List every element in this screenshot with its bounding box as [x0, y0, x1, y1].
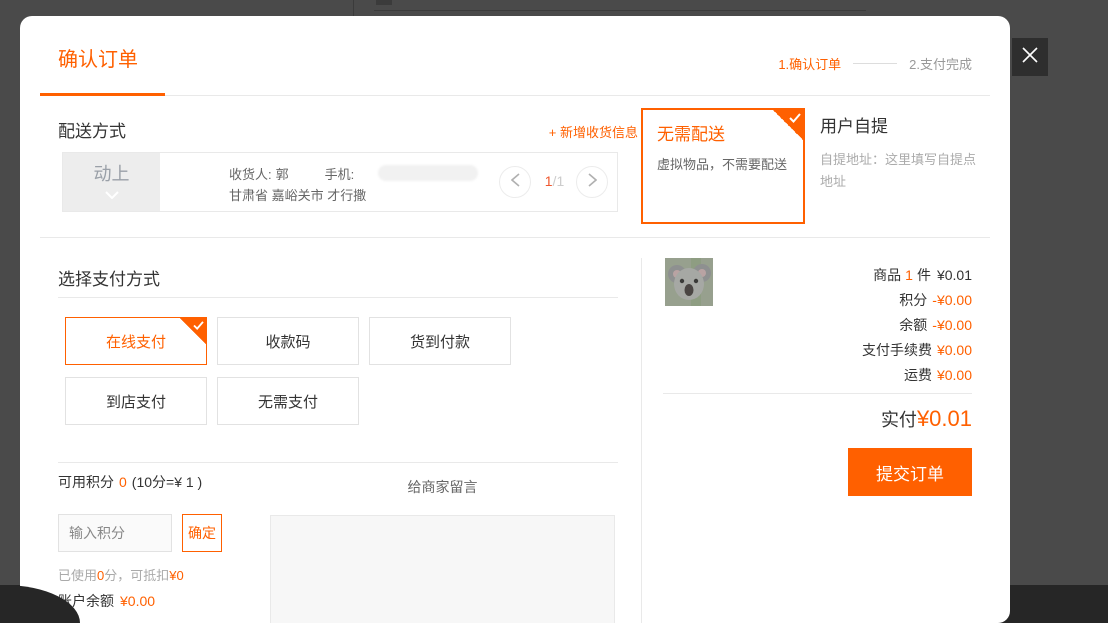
step-payment-complete: 2.支付完成 [909, 54, 972, 73]
section-divider [40, 237, 990, 238]
receiver-name: 郭 [276, 167, 289, 182]
header-divider [40, 95, 990, 96]
close-icon [1020, 45, 1040, 70]
points-input[interactable] [58, 514, 172, 552]
chevron-down-icon [105, 186, 119, 204]
receiver-label: 收货人: [229, 167, 272, 182]
step-connector [853, 63, 897, 64]
merchant-message-textarea[interactable] [270, 515, 615, 623]
confirm-order-modal: 确认订单 1.确认订单 2.支付完成 配送方式 + 新增收货信息 动上 收货人:… [20, 16, 1010, 623]
shipping-option-desc: 自提地址：这里填写自提点地址 [820, 149, 976, 193]
payment-method-label: 货到付款 [410, 331, 470, 352]
active-tab-underline [40, 93, 165, 96]
points-confirm-button[interactable]: 确定 [182, 514, 222, 552]
row-value: -¥0.00 [932, 317, 972, 333]
balance-value: ¥0.00 [120, 593, 155, 609]
payment-method-qrcode[interactable]: 收款码 [217, 317, 359, 365]
modal-title: 确认订单 [58, 43, 138, 72]
row-value: ¥0.01 [937, 267, 972, 283]
payment-method-instore[interactable]: 到店支付 [65, 377, 207, 425]
shipping-option-self-pickup[interactable]: 用户自提 自提地址：这里填写自提点地址 [820, 112, 976, 193]
address-tag[interactable]: 动上 [63, 153, 160, 211]
payment-method-cod[interactable]: 货到付款 [369, 317, 511, 365]
summary-row-goods: 商品1件 ¥0.01 [672, 263, 972, 288]
address-prev-button[interactable] [499, 166, 531, 198]
pager-current: 1 [545, 173, 553, 189]
address-tag-label: 动上 [94, 160, 130, 186]
row-label: 余额 [899, 317, 927, 333]
row-label: 商品 [873, 267, 901, 283]
summary-row-points: 积分 -¥0.00 [672, 288, 972, 313]
phone-redacted [378, 165, 478, 181]
row-label: 支付手续费 [862, 342, 932, 358]
total-value: ¥0.01 [917, 406, 972, 431]
row-value: ¥0.00 [937, 367, 972, 383]
total-label: 实付 [881, 410, 917, 430]
row-label: 运费 [904, 367, 932, 383]
points-value: 0 [119, 474, 127, 490]
row-label: 积分 [899, 292, 927, 308]
payment-method-label: 在线支付 [106, 331, 166, 352]
pager-total: 1 [556, 173, 564, 189]
summary-vertical-divider [641, 258, 642, 623]
payment-section-title: 选择支付方式 [58, 265, 160, 290]
points-prefix: 可用积分 [58, 474, 114, 490]
address-next-button[interactable] [576, 166, 608, 198]
selected-check-icon [773, 110, 803, 140]
background-page-text-smudge [376, 0, 392, 5]
shipping-option-no-delivery[interactable]: 无需配送 虚拟物品，不需要配送 [641, 108, 805, 224]
add-address-link[interactable]: + 新增收货信息 [549, 122, 638, 141]
points-rate: (10分=¥ 1 ) [132, 474, 202, 490]
payment-method-online[interactable]: 在线支付 [65, 317, 207, 365]
chevron-right-icon [588, 173, 597, 192]
shipping-option-desc: 虚拟物品，不需要配送 [657, 154, 787, 173]
row-value: ¥0.00 [937, 342, 972, 358]
payment-header-underline [58, 297, 618, 298]
row-unit: 件 [917, 267, 931, 283]
summary-row-balance: 余额 -¥0.00 [672, 313, 972, 338]
total-line: 实付¥0.01 [672, 406, 972, 432]
shipping-section-title: 配送方式 [58, 117, 126, 142]
payment-method-label: 到店支付 [106, 391, 166, 412]
close-button[interactable] [1012, 38, 1048, 76]
chevron-left-icon [511, 173, 520, 192]
background-page-rule [374, 10, 866, 11]
points-divider [58, 462, 618, 463]
background-page-divider [353, 0, 354, 16]
deduct-value: ¥0 [169, 568, 183, 583]
phone-label: 手机: [325, 167, 355, 182]
total-divider [663, 393, 972, 394]
summary-row-fee: 支付手续费 ¥0.00 [672, 338, 972, 363]
payment-method-none[interactable]: 无需支付 [217, 377, 359, 425]
order-summary: 商品1件 ¥0.01 积分 -¥0.00 余额 -¥0.00 支付手续费 ¥0.00 运… [672, 263, 972, 388]
points-used-line: 已使用0分，可抵扣¥0 [58, 565, 184, 584]
address-pager: 1/1 [533, 173, 576, 189]
address-region: 甘肃省 嘉峪关市 才行撒 [229, 185, 366, 204]
address-selector[interactable]: 动上 收货人: 郭 手机: 甘肃省 嘉峪关市 才行撒 1/1 [62, 152, 618, 212]
payment-method-label: 收款码 [265, 331, 310, 352]
submit-order-button[interactable]: 提交订单 [848, 448, 972, 496]
address-receiver-line: 收货人: 郭 手机: [229, 164, 360, 183]
summary-row-shipping: 运费 ¥0.00 [672, 363, 972, 388]
row-qty: 1 [905, 267, 913, 283]
shipping-option-title: 无需配送 [657, 120, 725, 145]
merchant-message-label: 给商家留言 [270, 477, 615, 497]
payment-method-label: 无需支付 [258, 391, 318, 412]
available-points-line: 可用积分 0 (10分=¥ 1 ) [58, 472, 202, 492]
row-value: -¥0.00 [932, 292, 972, 308]
used-prefix: 已使用 [58, 568, 97, 583]
shipping-option-title: 用户自提 [820, 112, 976, 137]
checkout-steps: 1.确认订单 2.支付完成 [778, 54, 972, 73]
step-confirm-order: 1.确认订单 [778, 54, 841, 73]
selected-check-icon [180, 318, 206, 344]
used-mid: 分，可抵扣 [104, 568, 169, 583]
